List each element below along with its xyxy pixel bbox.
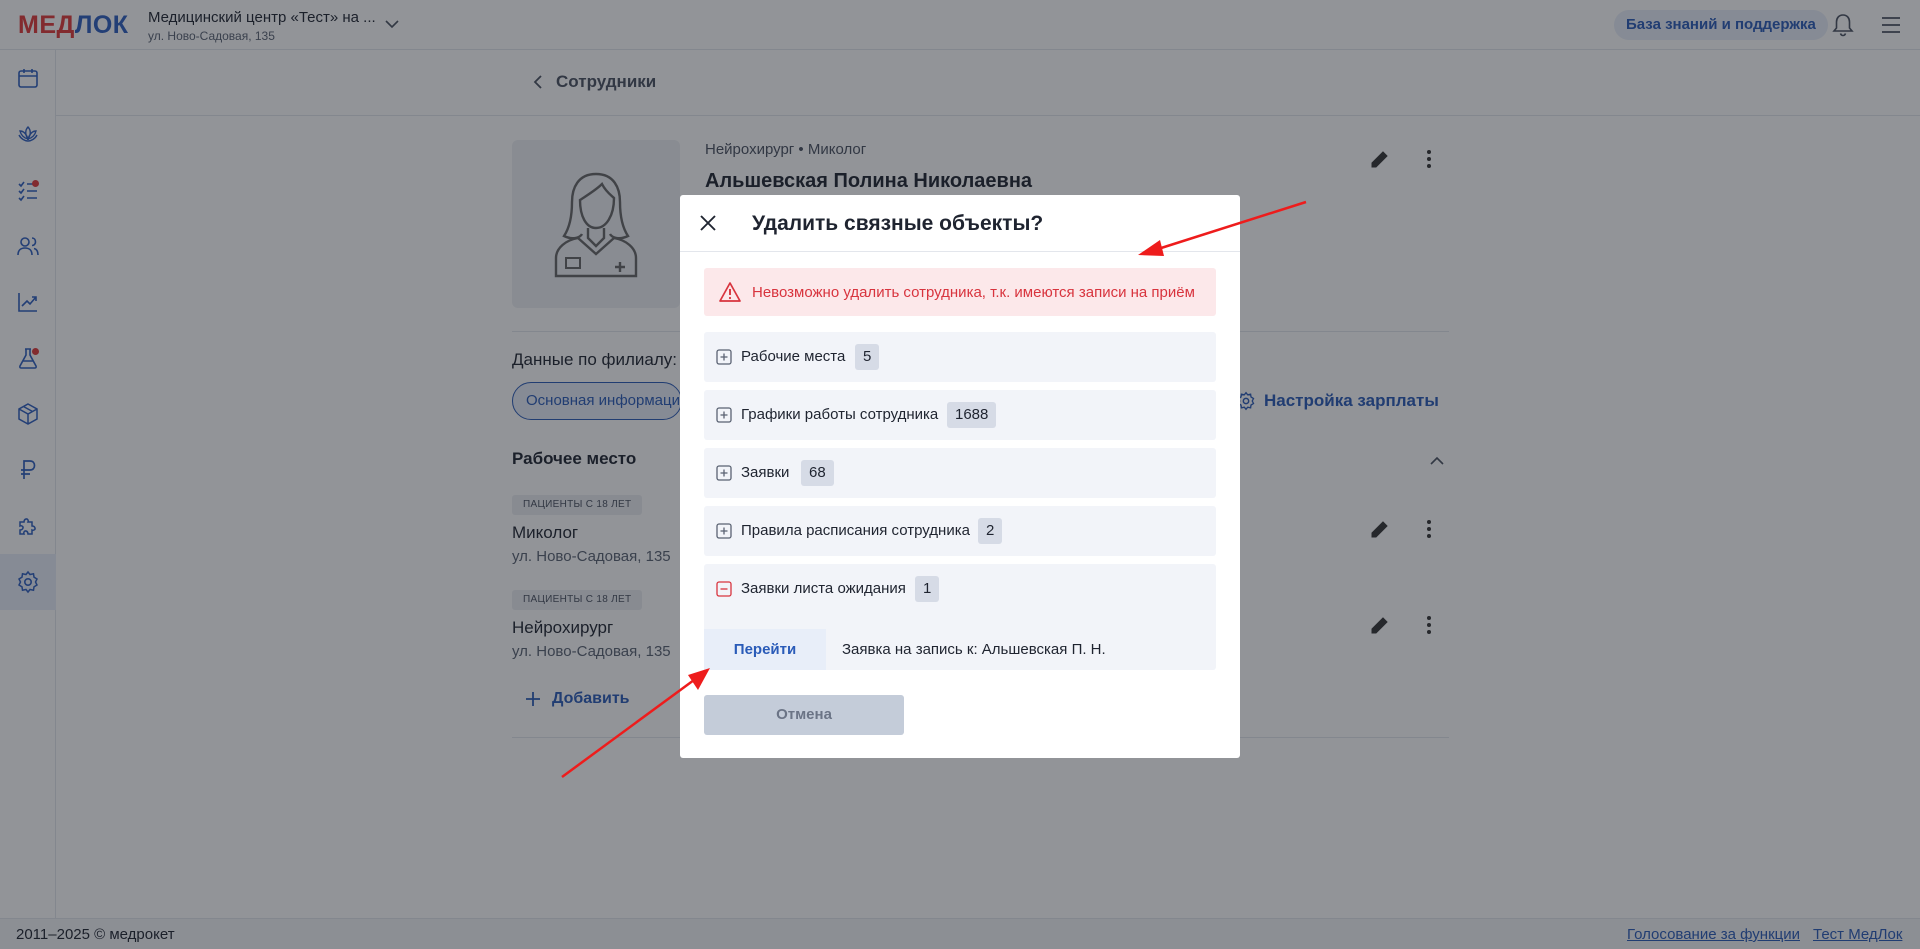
- group-label: Правила расписания сотрудника: [741, 522, 970, 539]
- cancel-button[interactable]: Отмена: [704, 695, 904, 735]
- dialog-title: Удалить связные объекты?: [752, 212, 1044, 235]
- group-label: Рабочие места: [741, 348, 846, 365]
- group-count: 1: [915, 576, 940, 602]
- close-icon[interactable]: [698, 213, 718, 233]
- group-count: 5: [855, 344, 880, 370]
- expand-plus-icon[interactable]: [716, 465, 732, 481]
- group-label: Заявки: [741, 464, 790, 481]
- related-group-workplaces[interactable]: Рабочие места 5: [704, 332, 1216, 382]
- error-alert: Невозможно удалить сотрудника, т.к. имею…: [704, 268, 1216, 316]
- related-group-waitlist[interactable]: Заявки листа ожидания 1 Перейти Заявка н…: [704, 564, 1216, 670]
- delete-related-objects-dialog: Удалить связные объекты? Невозможно удал…: [680, 195, 1240, 758]
- group-label: Графики работы сотрудника: [741, 406, 939, 423]
- related-group-schedule-rules[interactable]: Правила расписания сотрудника 2: [704, 506, 1216, 556]
- goto-button[interactable]: Перейти: [704, 629, 826, 670]
- collapse-minus-icon[interactable]: [716, 581, 732, 597]
- group-count: 2: [978, 518, 1003, 544]
- related-group-schedules[interactable]: Графики работы сотрудника 1688: [704, 390, 1216, 440]
- group-label: Заявки листа ожидания: [741, 580, 906, 597]
- expand-plus-icon[interactable]: [716, 407, 732, 423]
- expand-plus-icon[interactable]: [716, 349, 732, 365]
- warning-icon: [719, 282, 741, 302]
- expand-plus-icon[interactable]: [716, 523, 732, 539]
- waitlist-item-text: Заявка на запись к: Альшевская П. Н.: [842, 641, 1106, 658]
- divider: [680, 251, 1240, 252]
- related-group-requests[interactable]: Заявки 68: [704, 448, 1216, 498]
- group-count: 1688: [947, 402, 997, 428]
- group-count: 68: [801, 460, 834, 486]
- alert-text: Невозможно удалить сотрудника, т.к. имею…: [752, 283, 1195, 301]
